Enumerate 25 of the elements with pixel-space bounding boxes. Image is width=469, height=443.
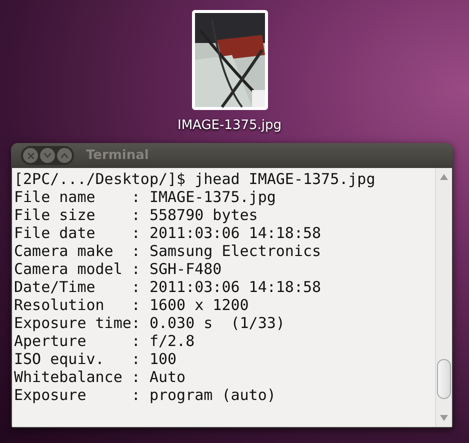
output-line: Whitebalance : Auto [14, 368, 187, 386]
output-line: Camera model : SGH-F480 [14, 260, 223, 278]
file-name: IMAGE-1375.jpg [177, 118, 282, 133]
scroll-up-icon[interactable] [440, 174, 448, 180]
window-title: Terminal [86, 148, 149, 163]
output-line: Camera make : Samsung Electronics [14, 242, 322, 260]
output-line: File name : IMAGE-1375.jpg [14, 188, 277, 206]
output-line: File date : 2011:03:06 14:18:58 [14, 224, 322, 242]
chevron-down-icon [44, 153, 51, 158]
output-line: ISO equiv. : 100 [14, 350, 178, 368]
command-prompt: [2PC/.../Desktop/]$ jhead IMAGE-1375.jpg [14, 170, 376, 188]
output-line: File size : 558790 bytes [14, 206, 259, 224]
scrollbar-thumb[interactable] [437, 359, 451, 399]
output-line: Aperture : f/2.8 [14, 332, 196, 350]
scroll-down-icon[interactable] [440, 415, 448, 421]
output-line: Resolution : 1600 x 1200 [14, 296, 250, 314]
chevron-up-icon [61, 153, 68, 158]
output-line: Exposure time: 0.030 s (1/33) [14, 314, 286, 332]
close-button[interactable] [23, 148, 38, 163]
output-line: Date/Time : 2011:03:06 14:18:58 [14, 278, 322, 296]
close-icon [28, 152, 34, 158]
minimize-button[interactable] [40, 148, 55, 163]
output-line: Exposure : program (auto) [14, 386, 277, 404]
scrollbar[interactable] [435, 168, 452, 427]
maximize-button[interactable] [57, 148, 72, 163]
